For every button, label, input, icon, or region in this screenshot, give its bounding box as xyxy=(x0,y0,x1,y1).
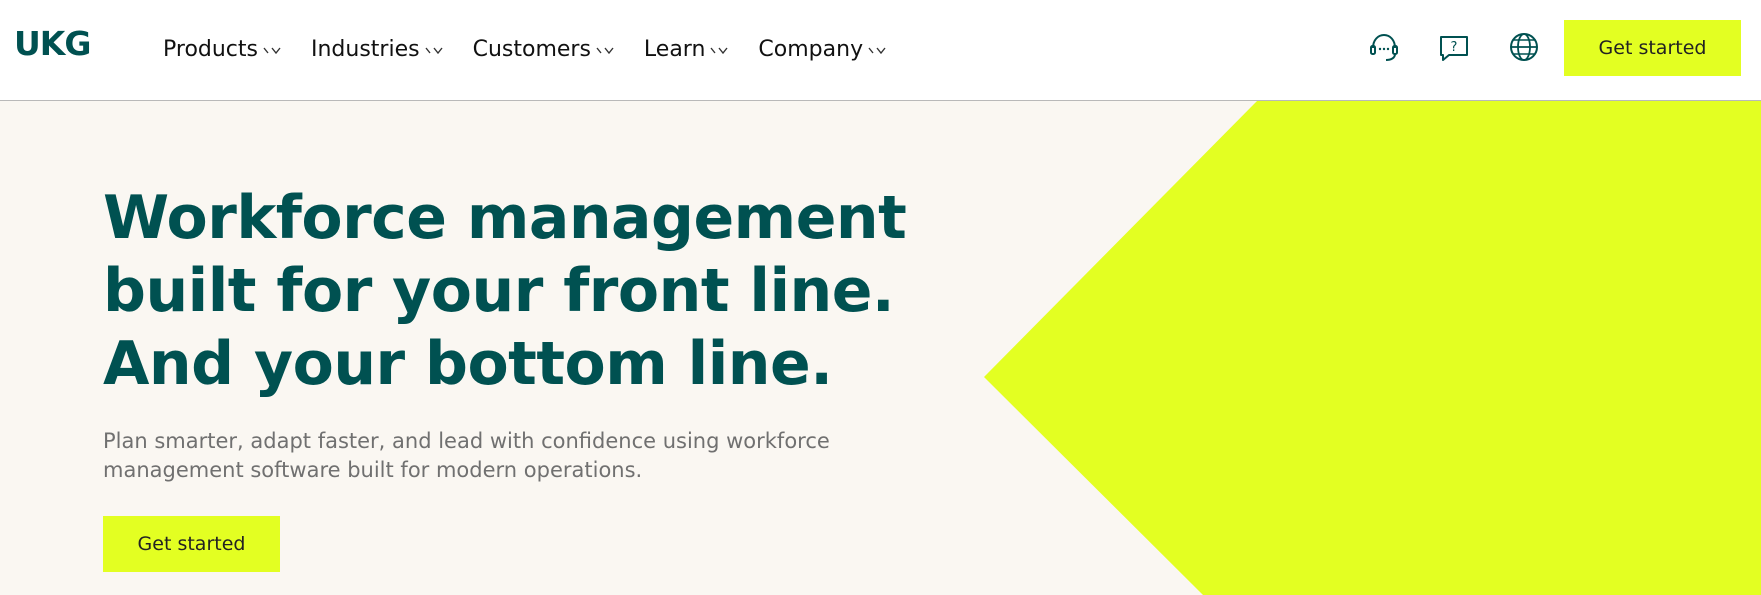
main-nav: Products Industries Customers Learn Comp… xyxy=(163,0,916,98)
hero-get-started-button[interactable]: Get started xyxy=(103,516,280,572)
header-get-started-button[interactable]: Get started xyxy=(1564,20,1741,76)
hero-subtext: Plan smarter, adapt faster, and lead wit… xyxy=(103,427,843,485)
hero-subtext-line: management software built for modern ope… xyxy=(103,458,643,482)
nav-item-company[interactable]: Company xyxy=(758,37,887,62)
help-question-icon[interactable]: ? xyxy=(1437,30,1471,64)
chevron-down-icon xyxy=(868,47,886,55)
chevron-down-icon xyxy=(710,47,728,55)
nav-item-label: Customers xyxy=(472,36,591,62)
nav-item-label: Products xyxy=(163,36,258,62)
chevron-down-icon xyxy=(263,47,281,55)
nav-item-customers[interactable]: Customers xyxy=(473,37,615,62)
globe-language-icon[interactable] xyxy=(1507,30,1541,64)
ukg-logo[interactable]: UKG xyxy=(14,27,91,61)
hero-headline-line: built for your front line. xyxy=(103,256,895,326)
support-headset-icon[interactable] xyxy=(1367,30,1401,64)
nav-item-industries[interactable]: Industries xyxy=(311,37,444,62)
nav-item-products[interactable]: Products xyxy=(163,37,282,62)
hero-subtext-line: Plan smarter, adapt faster, and lead wit… xyxy=(103,429,830,453)
nav-item-label: Company xyxy=(758,36,864,62)
hero-headline: Workforce management built for your fron… xyxy=(103,182,907,401)
chevron-down-icon xyxy=(596,47,614,55)
svg-text:?: ? xyxy=(1451,40,1458,55)
hero-headline-line: Workforce management xyxy=(103,183,907,253)
top-navigation-bar: UKG Products Industries Customers Learn … xyxy=(0,0,1761,101)
chevron-down-icon xyxy=(425,47,443,55)
nav-item-label: Industries xyxy=(311,36,420,62)
hero-headline-line: And your bottom line. xyxy=(103,329,833,399)
nav-item-label: Learn xyxy=(643,36,706,62)
nav-item-learn[interactable]: Learn xyxy=(644,37,730,62)
